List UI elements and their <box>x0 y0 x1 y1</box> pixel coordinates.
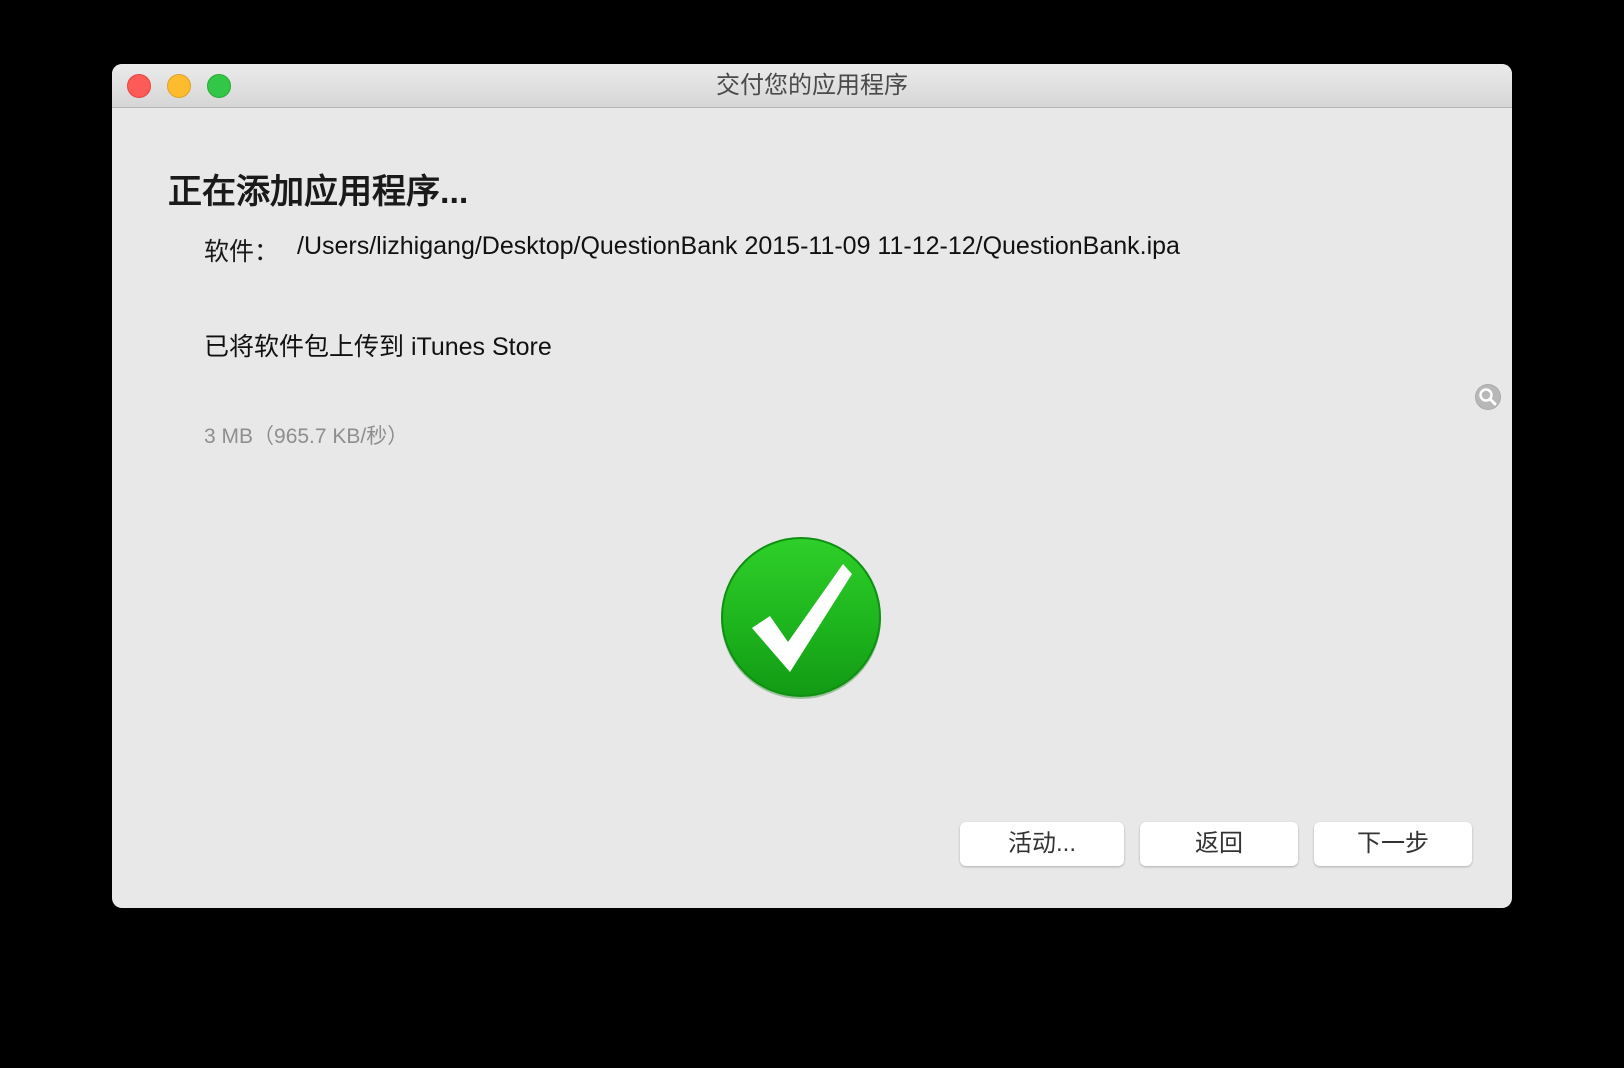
title-bar: 交付您的应用程序 <box>112 64 1512 108</box>
checkmark-circle-icon <box>721 537 881 699</box>
upload-status-text: 已将软件包上传到 iTunes Store <box>204 333 552 361</box>
page-heading: 正在添加应用程序... <box>168 173 469 211</box>
magnifier-icon[interactable] <box>1474 383 1502 411</box>
activity-button[interactable]: 活动... <box>960 822 1124 866</box>
transfer-info: 3 MB（965.7 KB/秒） <box>204 425 409 448</box>
deliver-app-window: 交付您的应用程序 正在添加应用程序... 软件： /Users/lizhigan… <box>112 64 1512 908</box>
next-button[interactable]: 下一步 <box>1314 822 1472 866</box>
software-path: /Users/lizhigang/Desktop/QuestionBank 20… <box>297 232 1180 260</box>
software-label: 软件： <box>204 238 280 266</box>
window-title: 交付您的应用程序 <box>716 72 908 99</box>
back-button[interactable]: 返回 <box>1140 822 1298 866</box>
